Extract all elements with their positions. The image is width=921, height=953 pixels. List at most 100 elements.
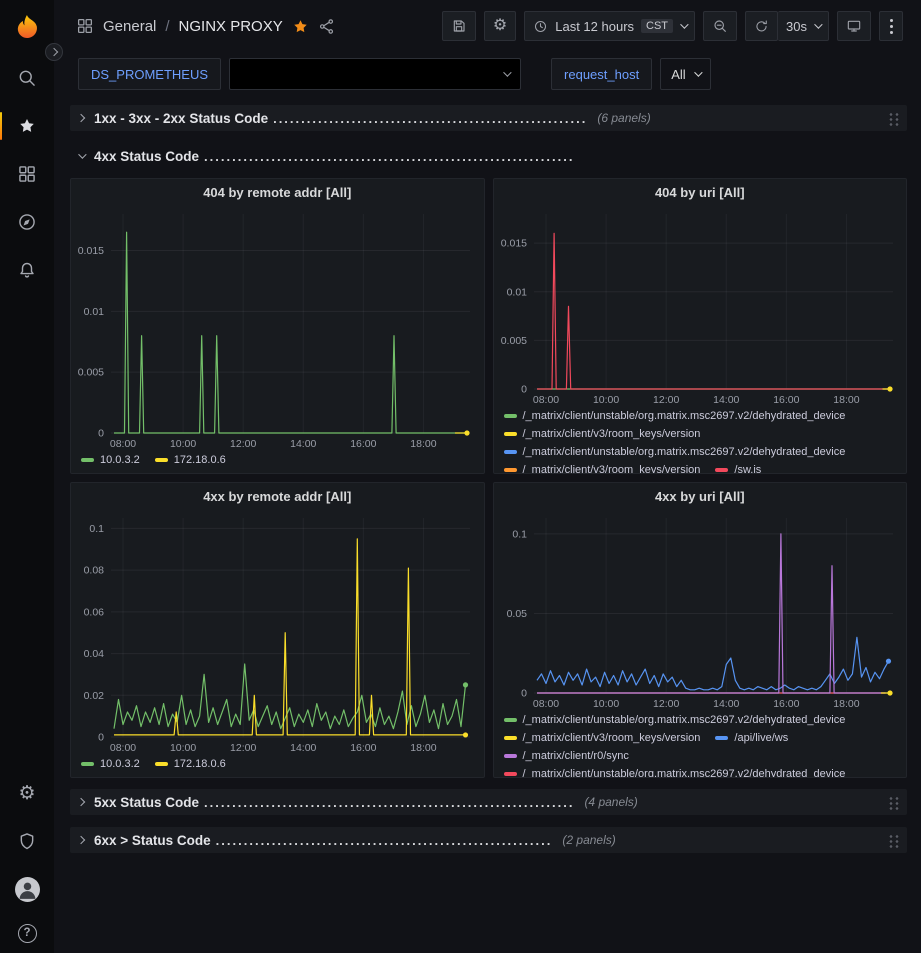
refresh-button[interactable] (745, 11, 778, 41)
monitor-icon (846, 18, 862, 34)
row-6xx[interactable]: 6xx > Status Code ......................… (70, 827, 907, 853)
legend-label: /_matrix/client/unstable/org.matrix.msc2… (523, 712, 846, 728)
panel-legend: /_matrix/client/unstable/org.matrix.msc2… (494, 711, 907, 777)
apps-grid-icon (76, 17, 94, 35)
shield-icon (17, 831, 37, 851)
sidebar-item-dashboards[interactable] (0, 150, 54, 198)
timeseries-chart[interactable]: 08:0010:0012:0014:0016:0018:0000.0050.01… (71, 206, 484, 451)
panel-title[interactable]: 4xx by remote addr [All] (71, 483, 484, 510)
zoom-out-button[interactable] (703, 11, 737, 41)
svg-text:12:00: 12:00 (230, 742, 256, 754)
legend-swatch (504, 414, 517, 418)
row-drag-handle[interactable] (888, 795, 899, 810)
panel-title[interactable]: 404 by remote addr [All] (71, 179, 484, 206)
sidebar-item-starred[interactable] (0, 102, 54, 150)
sidebar-item-search[interactable] (0, 54, 54, 102)
row-drag-handle[interactable] (888, 833, 899, 848)
request-host-variable-value: All (671, 67, 685, 82)
legend-item[interactable]: /_matrix/client/v3/room_keys/version (504, 462, 701, 473)
row-drag-handle[interactable] (888, 111, 899, 126)
row-panel-count: (6 panels) (597, 111, 650, 125)
svg-text:08:00: 08:00 (110, 438, 136, 450)
legend-item[interactable]: 10.0.3.2 (81, 452, 140, 468)
legend-label: /_matrix/client/v3/room_keys/version (523, 462, 701, 473)
legend-label: 10.0.3.2 (100, 756, 140, 772)
svg-text:0.005: 0.005 (78, 367, 104, 379)
legend-item[interactable]: /api/live/ws (715, 730, 788, 746)
refresh-interval-dropdown[interactable]: 30s (778, 11, 829, 41)
sidebar-item-help[interactable]: ? (0, 913, 54, 953)
svg-text:0.01: 0.01 (84, 306, 105, 318)
breadcrumb-folder[interactable]: General (103, 18, 156, 35)
row-4xx[interactable]: 4xx Status Code ........................… (70, 143, 907, 169)
svg-text:0.05: 0.05 (506, 608, 527, 620)
legend-item[interactable]: 172.18.0.6 (155, 452, 226, 468)
zoom-out-icon (712, 18, 728, 34)
breadcrumb: General / NGINX PROXY (76, 17, 335, 35)
legend-item[interactable]: /_matrix/client/v3/room_keys/version (504, 730, 701, 746)
request-host-variable-select[interactable]: All (660, 58, 710, 90)
legend-swatch (504, 432, 517, 436)
favorite-star-icon[interactable] (292, 18, 309, 35)
row-1xx-3xx-2xx[interactable]: 1xx - 3xx - 2xx Status Code ............… (70, 105, 907, 131)
legend-swatch (81, 762, 94, 766)
svg-text:08:00: 08:00 (532, 394, 558, 406)
dashboard-settings-button[interactable]: ⚙ (484, 11, 516, 41)
sidebar-item-server-admin[interactable] (0, 817, 54, 865)
legend-item[interactable]: /_matrix/client/unstable/org.matrix.msc2… (504, 408, 846, 424)
svg-text:10:00: 10:00 (170, 742, 196, 754)
panel-404-by-remote-addr: 404 by remote addr [All] 08:0010:0012:00… (70, 178, 485, 474)
svg-text:0: 0 (521, 688, 527, 700)
svg-text:0: 0 (521, 384, 527, 396)
legend-item[interactable]: 10.0.3.2 (81, 756, 140, 772)
legend-item[interactable]: /_matrix/client/r0/sync (504, 748, 629, 764)
legend-swatch (155, 762, 168, 766)
kebab-menu-button[interactable] (879, 11, 903, 41)
sidebar-item-configuration[interactable]: ⚙ (0, 769, 54, 817)
page-title[interactable]: NGINX PROXY (179, 18, 283, 35)
chevron-down-icon (694, 68, 702, 76)
svg-text:14:00: 14:00 (713, 394, 739, 406)
sidebar-expand-button[interactable] (45, 43, 63, 61)
row-title: 4xx Status Code (94, 149, 199, 164)
legend-item[interactable]: 172.18.0.6 (155, 756, 226, 772)
timeseries-chart[interactable]: 08:0010:0012:0014:0016:0018:0000.020.040… (71, 510, 484, 755)
sidebar: ⚙ ? (0, 0, 54, 953)
panel-title[interactable]: 4xx by uri [All] (494, 483, 907, 510)
legend-item[interactable]: /sw.js (715, 462, 761, 473)
datasource-variable-select[interactable] (229, 58, 521, 90)
svg-text:16:00: 16:00 (350, 438, 376, 450)
svg-text:18:00: 18:00 (833, 394, 859, 406)
timeseries-chart[interactable]: 08:0010:0012:0014:0016:0018:0000.0050.01… (494, 206, 907, 407)
share-icon[interactable] (318, 18, 335, 35)
svg-text:16:00: 16:00 (350, 742, 376, 754)
sidebar-item-profile[interactable] (0, 865, 54, 913)
chevron-down-icon (814, 20, 822, 28)
gear-icon: ⚙ (18, 784, 35, 803)
save-dashboard-button[interactable] (442, 11, 476, 41)
row-5xx[interactable]: 5xx Status Code ........................… (70, 789, 907, 815)
sidebar-item-explore[interactable] (0, 198, 54, 246)
chevron-down-icon (78, 150, 86, 158)
legend-swatch (504, 736, 517, 740)
legend-item[interactable]: /_matrix/client/v3/room_keys/version (504, 426, 701, 442)
svg-text:0.005: 0.005 (500, 335, 526, 347)
time-range-picker[interactable]: Last 12 hours CST (524, 11, 695, 41)
refresh-interval-label: 30s (786, 19, 807, 34)
svg-text:0: 0 (98, 732, 104, 744)
cycle-view-mode-button[interactable] (837, 11, 871, 41)
svg-text:12:00: 12:00 (653, 698, 679, 710)
grafana-flame-icon (13, 13, 41, 41)
panel-title[interactable]: 404 by uri [All] (494, 179, 907, 206)
legend-label: /_matrix/client/v3/room_keys/version (523, 730, 701, 746)
help-icon: ? (18, 924, 37, 943)
svg-text:0.02: 0.02 (84, 690, 105, 702)
sidebar-item-alerting[interactable] (0, 246, 54, 294)
legend-label: 172.18.0.6 (174, 452, 226, 468)
legend-item[interactable]: /_matrix/client/unstable/org.matrix.msc2… (504, 712, 846, 728)
breadcrumb-separator: / (165, 18, 169, 35)
legend-item[interactable]: /_matrix/client/unstable/org.matrix.msc2… (504, 766, 846, 777)
legend-swatch (504, 754, 517, 758)
legend-item[interactable]: /_matrix/client/unstable/org.matrix.msc2… (504, 444, 846, 460)
timeseries-chart[interactable]: 08:0010:0012:0014:0016:0018:0000.050.1 (494, 510, 907, 711)
